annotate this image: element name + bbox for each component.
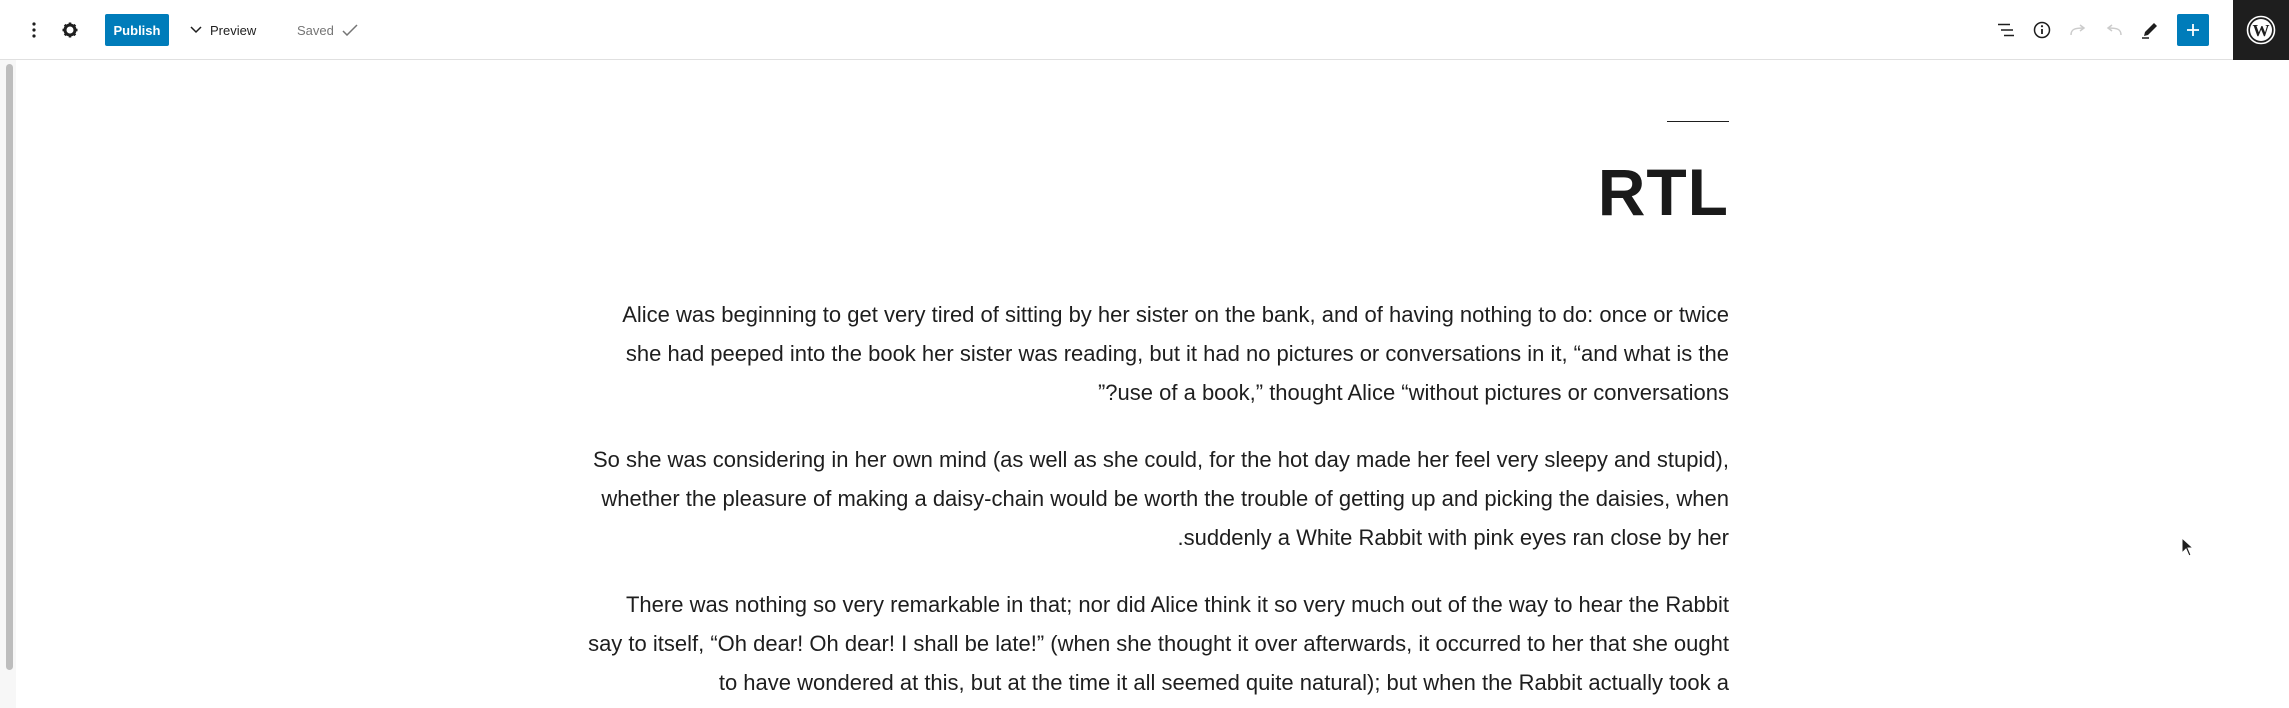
publish-button[interactable]: Publish — [105, 14, 169, 46]
post-title[interactable]: RTL — [1598, 154, 1729, 230]
paragraph-block[interactable]: So she was considering in her own mind (… — [586, 440, 1729, 557]
chevron-down-icon — [190, 26, 202, 34]
separator-line — [1667, 121, 1729, 122]
wordpress-logo-icon[interactable]: W — [2233, 0, 2289, 60]
add-block-icon[interactable] — [2177, 14, 2209, 46]
gear-icon[interactable] — [58, 15, 82, 45]
saved-status: Saved — [297, 15, 358, 45]
saved-label: Saved — [297, 22, 334, 38]
redo-icon[interactable] — [2063, 15, 2093, 45]
preview-label: Preview — [210, 22, 257, 38]
svg-text:W: W — [2253, 21, 2270, 40]
undo-icon[interactable] — [2099, 15, 2129, 45]
info-icon[interactable] — [2027, 15, 2057, 45]
paragraph-block[interactable]: Alice was beginning to get very tired of… — [586, 295, 1729, 412]
list-view-icon[interactable] — [1991, 15, 2021, 45]
editor-toolbar: Publish Preview Saved W — [0, 0, 2289, 60]
paragraph-block[interactable]: There was nothing so very remarkable in … — [586, 585, 1729, 702]
options-kebab-icon[interactable] — [24, 15, 44, 45]
canvas-scrollbar[interactable] — [6, 64, 13, 670]
edit-pen-icon[interactable] — [2135, 15, 2165, 45]
check-icon — [342, 24, 358, 36]
mouse-cursor-icon — [2181, 537, 2195, 557]
preview-button[interactable]: Preview — [190, 15, 256, 45]
